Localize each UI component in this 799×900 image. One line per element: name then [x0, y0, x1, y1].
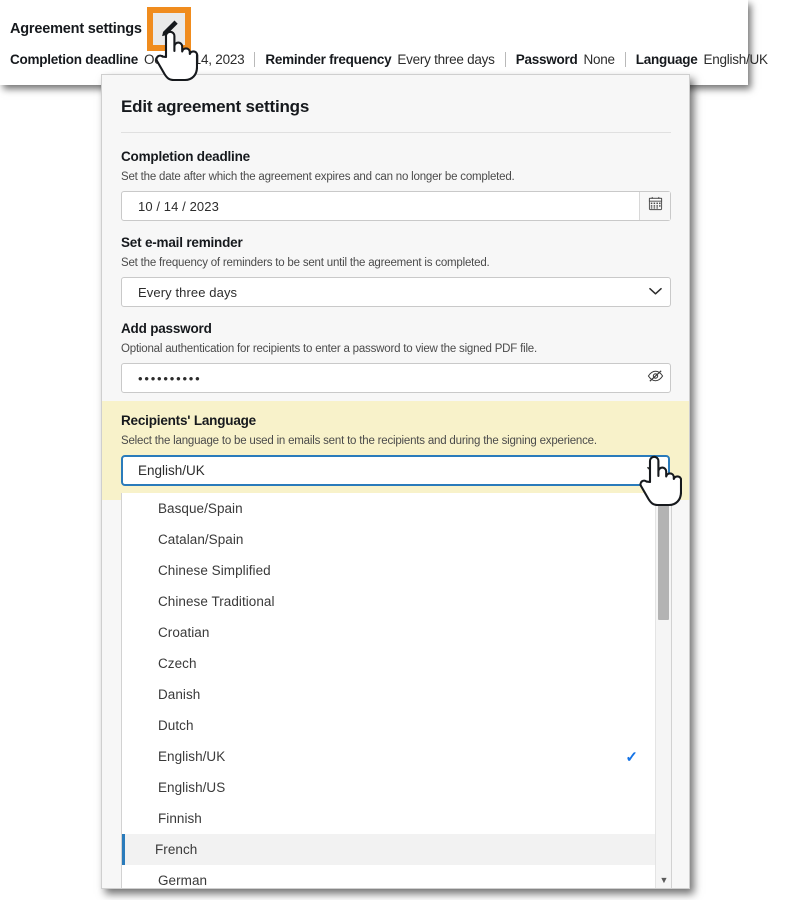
dialog-title-divider [121, 132, 671, 133]
language-option-label: Croatian [158, 625, 210, 640]
language-option[interactable]: Catalan/Spain [122, 524, 656, 555]
language-options-container: Basque/Spain Catalan/Spain Chinese Simplif… [122, 493, 656, 888]
summary-field-reminder-frequency: Reminder frequency Every three days [265, 51, 495, 67]
agreement-settings-summary-panel: Agreement settings Completion deadline O… [0, 0, 768, 85]
chevron-down-icon [646, 462, 660, 480]
chevron-down-icon [648, 283, 662, 301]
language-option[interactable]: English/US [122, 772, 656, 803]
recipients-language-value: English/UK [138, 463, 205, 478]
language-option-label: Chinese Simplified [158, 563, 271, 578]
summary-field-label: Language [635, 51, 698, 67]
recipients-language-dropdown-toggle[interactable] [638, 457, 668, 484]
edit-agreement-settings-dialog: Edit agreement settings Completion deadl… [101, 74, 690, 889]
language-option[interactable]: Finnish [122, 803, 656, 834]
edit-agreement-settings-button[interactable] [153, 13, 185, 45]
completion-deadline-label: Completion deadline [121, 149, 250, 164]
field-divider [504, 51, 506, 67]
language-option[interactable]: French [122, 834, 656, 865]
add-password-label: Add password [121, 321, 212, 336]
language-option-label: Catalan/Spain [158, 532, 244, 547]
recipients-language-description: Select the language to be used in emails… [121, 435, 597, 447]
summary-field-value: October 14, 2023 [144, 51, 245, 67]
scroll-down-arrow-icon[interactable]: ▼ [656, 874, 671, 886]
calendar-picker-button[interactable] [639, 192, 670, 220]
language-option-label: Danish [158, 687, 201, 702]
summary-field-value: English/UK [703, 51, 769, 67]
password-value: •••••••••• [138, 370, 202, 386]
summary-field-password: Password None [516, 52, 615, 67]
field-divider [624, 51, 626, 67]
email-reminder-field-block: Set e-mail reminder Set the frequency of… [121, 235, 671, 307]
summary-title-row: Agreement settings [10, 14, 142, 44]
email-reminder-label: Set e-mail reminder [121, 235, 243, 250]
check-icon: ✓ [625, 748, 638, 766]
language-option-label: English/US [158, 780, 226, 795]
language-option[interactable]: Chinese Traditional [122, 586, 656, 617]
language-option-label: Chinese Traditional [158, 594, 275, 609]
toggle-password-visibility-button[interactable] [640, 364, 670, 392]
language-option[interactable]: Danish [122, 679, 656, 710]
completion-deadline-field-block: Completion deadline Set the date after w… [121, 149, 671, 221]
dropdown-scrollbar-thumb[interactable] [658, 499, 669, 620]
completion-deadline-value: 10 / 14 / 2023 [138, 198, 219, 214]
language-option-label: Dutch [158, 718, 194, 733]
recipients-language-field-block: Recipients' Language Select the language… [102, 401, 689, 500]
completion-deadline-input[interactable]: 10 / 14 / 2023 [121, 191, 671, 221]
language-option[interactable]: Dutch [122, 710, 656, 741]
eye-off-icon [647, 369, 664, 388]
summary-field-completion-deadline: Completion deadline October 14, 2023 [10, 51, 245, 67]
language-option[interactable]: Chinese Simplified [122, 555, 656, 586]
language-option[interactable]: Croatian [122, 617, 656, 648]
recipients-language-dropdown-list[interactable]: Basque/Spain Catalan/Spain Chinese Simplif… [121, 493, 672, 888]
summary-field-label: Completion deadline [10, 51, 139, 67]
email-reminder-description: Set the frequency of reminders to be sen… [121, 257, 490, 269]
language-option-label: Finnish [158, 811, 202, 826]
summary-field-label: Reminder frequency [265, 51, 392, 67]
summary-field-value: Every three days [397, 51, 495, 67]
add-password-field-block: Add password Optional authentication for… [121, 321, 671, 393]
summary-field-value: None [583, 51, 615, 67]
language-option-label: Basque/Spain [158, 501, 243, 516]
language-option-label: Czech [158, 656, 197, 671]
pencil-icon [153, 13, 185, 45]
calendar-icon [648, 196, 663, 216]
language-option-label: English/UK [158, 749, 226, 764]
recipients-language-label: Recipients' Language [121, 413, 256, 428]
page-title: Agreement settings [10, 21, 142, 37]
reminder-frequency-select[interactable]: Every three days [121, 277, 671, 307]
reminder-frequency-dropdown-toggle[interactable] [640, 278, 670, 306]
summary-fields: Completion deadline October 14, 2023 Rem… [10, 49, 768, 69]
dropdown-scrollbar[interactable]: ▼ [655, 493, 671, 888]
recipients-language-select[interactable]: English/UK [121, 455, 670, 486]
summary-field-label: Password [515, 51, 578, 67]
edit-button-highlight-annotation [147, 7, 191, 51]
password-input[interactable]: •••••••••• [121, 363, 671, 393]
dialog-title: Edit agreement settings [121, 97, 310, 116]
summary-field-language: Language English/UK [636, 52, 768, 67]
field-divider [254, 51, 256, 67]
completion-deadline-description: Set the date after which the agreement e… [121, 171, 515, 183]
language-option[interactable]: German [122, 865, 656, 888]
reminder-frequency-value: Every three days [138, 284, 238, 300]
add-password-description: Optional authentication for recipients t… [121, 343, 538, 355]
language-option[interactable]: English/UK ✓ [122, 741, 656, 772]
language-option-label: French [155, 842, 198, 857]
language-option-label: German [158, 873, 208, 888]
language-option[interactable]: Basque/Spain [122, 493, 656, 524]
language-option[interactable]: Czech [122, 648, 656, 679]
